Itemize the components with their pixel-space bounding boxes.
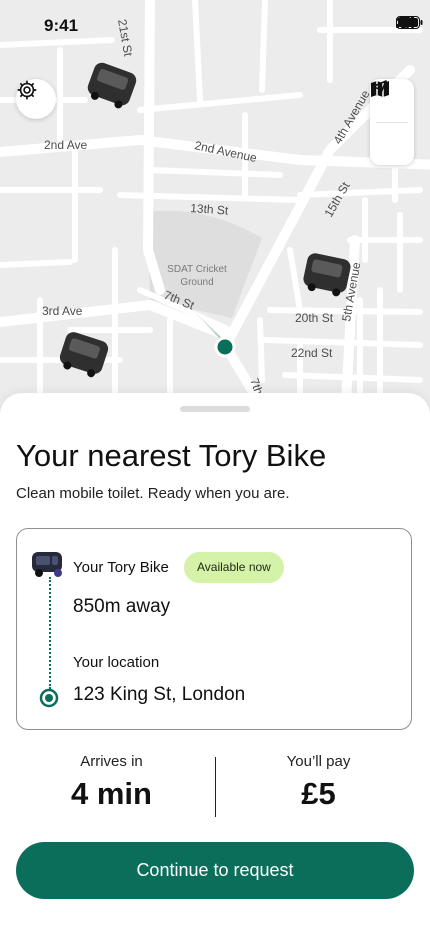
trip-card: Your Tory Bike Available now 850m away Y…: [16, 528, 412, 730]
arrival-stat: Arrives in 4 min: [14, 753, 209, 812]
navigation-arrow-icon: [371, 80, 387, 96]
street-label: 15th St: [321, 179, 352, 220]
street-label: 20th St: [295, 311, 334, 325]
stat-divider: [215, 757, 216, 817]
street-label: 22nd St: [291, 346, 333, 360]
recenter-button[interactable]: [370, 80, 414, 166]
sheet-title: Your nearest Tory Bike: [16, 438, 327, 473]
sheet-subtitle: Clean mobile toilet. Ready when you are.: [16, 485, 290, 502]
battery-icon: [396, 16, 423, 29]
route-connector: [49, 577, 51, 689]
bike-marker-icon[interactable]: [84, 61, 138, 112]
street-label: 2nd Ave: [44, 138, 87, 152]
price-value: £5: [301, 776, 336, 811]
settings-gear-icon: [17, 80, 37, 100]
settings-button[interactable]: [16, 79, 56, 119]
arrival-value: 4 min: [71, 776, 152, 811]
user-location-dot: [214, 336, 236, 358]
price-stat: You’ll pay £5: [221, 753, 416, 812]
location-label: Your location: [73, 654, 160, 671]
location-address: 123 King St, London: [73, 684, 246, 705]
arrival-label: Arrives in: [80, 753, 143, 770]
location-dot-icon: [39, 688, 59, 708]
svg-text:SDAT Cricket: SDAT Cricket: [167, 264, 227, 275]
map-view[interactable]: 21st St 2nd Ave 2nd Avenue 4th Avenue 15…: [0, 0, 430, 420]
bike-label: Your Tory Bike: [73, 559, 169, 576]
street-label: 2nd Avenue: [193, 138, 258, 165]
bike-distance: 850m away: [73, 596, 171, 617]
street-label: 13th St: [190, 201, 230, 218]
sheet-drag-handle[interactable]: [180, 406, 250, 412]
status-time: 9:41: [44, 16, 79, 35]
bottom-sheet: Your nearest Tory Bike Clean mobile toil…: [0, 393, 430, 931]
tory-bike-icon: [32, 552, 62, 577]
svg-text:Ground: Ground: [180, 277, 213, 288]
map-canvas: 21st St 2nd Ave 2nd Avenue 4th Avenue 15…: [0, 0, 430, 420]
app-screen: 21st St 2nd Ave 2nd Avenue 4th Avenue 15…: [0, 0, 430, 931]
bike-marker-icon[interactable]: [57, 330, 111, 380]
price-label: You’ll pay: [286, 753, 351, 770]
status-bar: 9:41: [0, 0, 430, 50]
availability-badge: Available now: [184, 552, 284, 583]
map-controls: [370, 79, 414, 165]
continue-request-button[interactable]: Continue to request: [16, 842, 414, 899]
street-label: 3rd Ave: [42, 304, 83, 318]
